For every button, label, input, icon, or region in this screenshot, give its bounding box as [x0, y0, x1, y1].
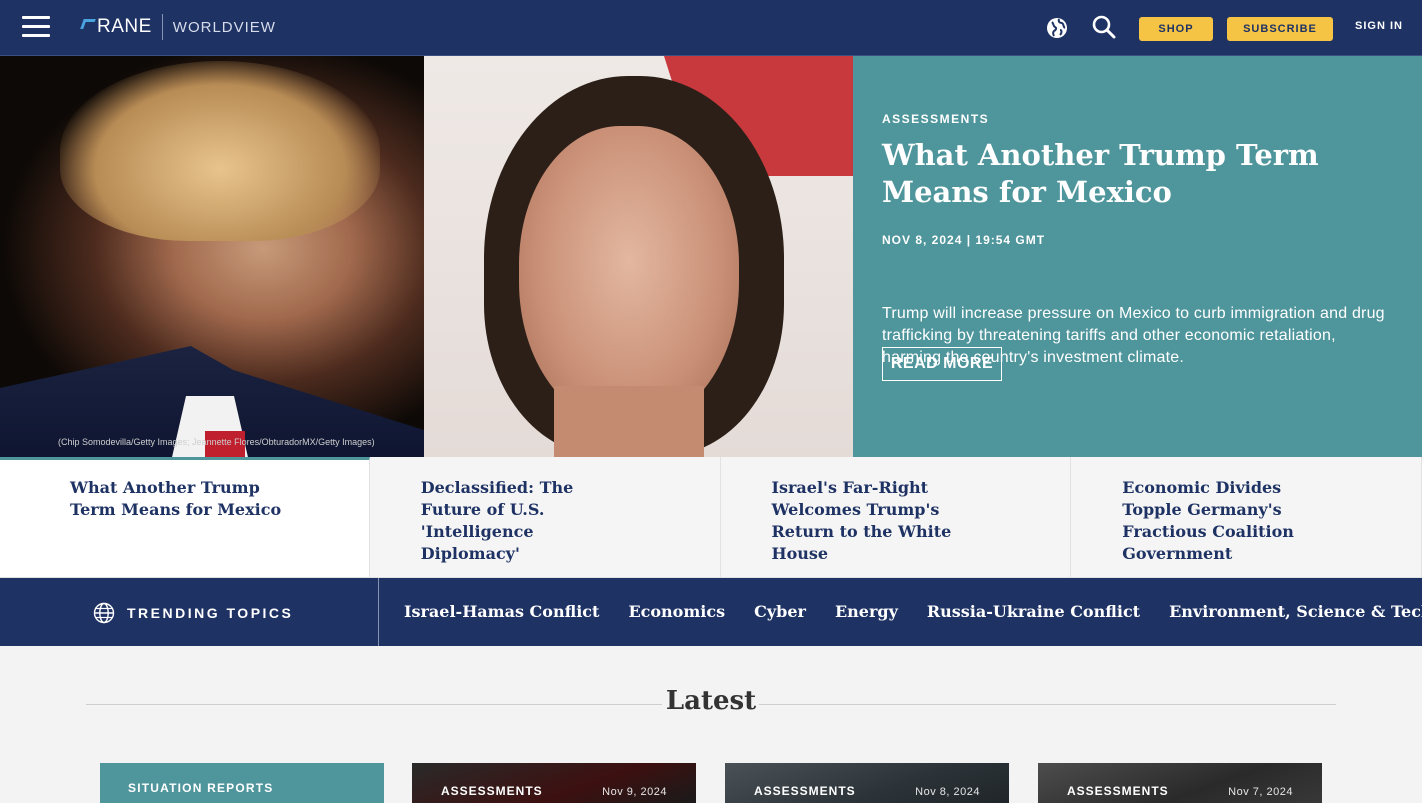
carousel-item[interactable]: What Another Trump Term Means for Mexico [0, 457, 370, 577]
logo-divider [161, 14, 163, 40]
logo-product-text: WORLDVIEW [172, 18, 276, 36]
trending-topic-link[interactable]: Economics [628, 602, 725, 621]
logo-brand-text: RANE [97, 16, 152, 37]
card-date: Nov 7, 2024 [1228, 786, 1293, 798]
search-icon[interactable] [1091, 14, 1117, 40]
story-carousel: What Another Trump Term Means for Mexico… [0, 457, 1422, 578]
latest-card-situation-reports[interactable]: SITUATION REPORTS [100, 763, 384, 803]
globe-outline-icon [93, 602, 115, 624]
carousel-item[interactable]: Economic Divides Topple Germany's Fracti… [1071, 457, 1422, 577]
hero-category[interactable]: ASSESSMENTS [882, 112, 989, 126]
carousel-item-title: Declassified: The Future of U.S. 'Intell… [420, 478, 574, 563]
photo-credit-caption: (Chip Somodevilla/Getty Images; Jeannett… [58, 437, 375, 447]
rane-logo-mark-icon [80, 19, 96, 29]
card-category: ASSESSMENTS [441, 784, 543, 798]
carousel-item-title: Israel's Far-Right Welcomes Trump's Retu… [771, 478, 952, 563]
latest-card[interactable]: ASSESSMENTS Nov 9, 2024 [412, 763, 696, 803]
card-date: Nov 8, 2024 [915, 786, 980, 798]
card-date: Nov 9, 2024 [602, 786, 667, 798]
trending-divider [378, 578, 379, 646]
carousel-item[interactable]: Israel's Far-Right Welcomes Trump's Retu… [721, 457, 1072, 577]
globe-icon[interactable] [1045, 16, 1069, 40]
latest-section-header: Latest [86, 686, 1336, 722]
hero-photo-right [424, 56, 853, 457]
hero-text-panel: ASSESSMENTS What Another Trump Term Mean… [853, 56, 1422, 457]
carousel-item-title: What Another Trump Term Means for Mexico [70, 478, 282, 519]
hero-date: NOV 8, 2024 | 19:54 GMT [882, 233, 1046, 247]
trending-topic-link[interactable]: Cyber [754, 602, 806, 621]
trending-topic-link[interactable]: Israel-Hamas Conflict [404, 602, 599, 621]
read-more-button[interactable]: READ MORE [882, 347, 1002, 381]
card-category: ASSESSMENTS [1067, 784, 1169, 798]
trending-topic-link[interactable]: Energy [835, 602, 898, 621]
sign-in-link[interactable]: SIGN IN [1346, 20, 1412, 32]
card-category: ASSESSMENTS [754, 784, 856, 798]
latest-heading: Latest [665, 686, 757, 716]
trending-topics-label: TRENDING TOPICS [93, 602, 293, 624]
top-nav-bar: RANE WORLDVIEW SHOP SUBSCRIBE SIGN IN [0, 0, 1422, 56]
hero-title[interactable]: What Another Trump Term Means for Mexico [882, 137, 1392, 211]
subscribe-button[interactable]: SUBSCRIBE [1227, 17, 1333, 41]
trending-topics-text: TRENDING TOPICS [127, 605, 294, 621]
latest-card[interactable]: ASSESSMENTS Nov 8, 2024 [725, 763, 1009, 803]
card-category: SITUATION REPORTS [128, 781, 274, 795]
trending-topic-link[interactable]: Environment, Science & Technology [1169, 602, 1422, 621]
trending-topic-link[interactable]: Russia-Ukraine Conflict [927, 602, 1140, 621]
carousel-item[interactable]: Declassified: The Future of U.S. 'Intell… [370, 457, 721, 577]
latest-card[interactable]: ASSESSMENTS Nov 7, 2024 [1038, 763, 1322, 803]
trending-topics-bar: TRENDING TOPICS Israel-Hamas Conflict Ec… [0, 578, 1422, 646]
hero-image[interactable]: (Chip Somodevilla/Getty Images; Jeannett… [0, 56, 853, 457]
site-logo[interactable]: RANE WORLDVIEW [80, 14, 276, 40]
hero-photo-left [0, 56, 424, 457]
shop-button[interactable]: SHOP [1139, 17, 1213, 41]
hamburger-menu-icon[interactable] [22, 16, 50, 38]
carousel-item-title: Economic Divides Topple Germany's Fracti… [1122, 478, 1294, 563]
trending-topics-list: Israel-Hamas Conflict Economics Cyber En… [404, 602, 1422, 621]
